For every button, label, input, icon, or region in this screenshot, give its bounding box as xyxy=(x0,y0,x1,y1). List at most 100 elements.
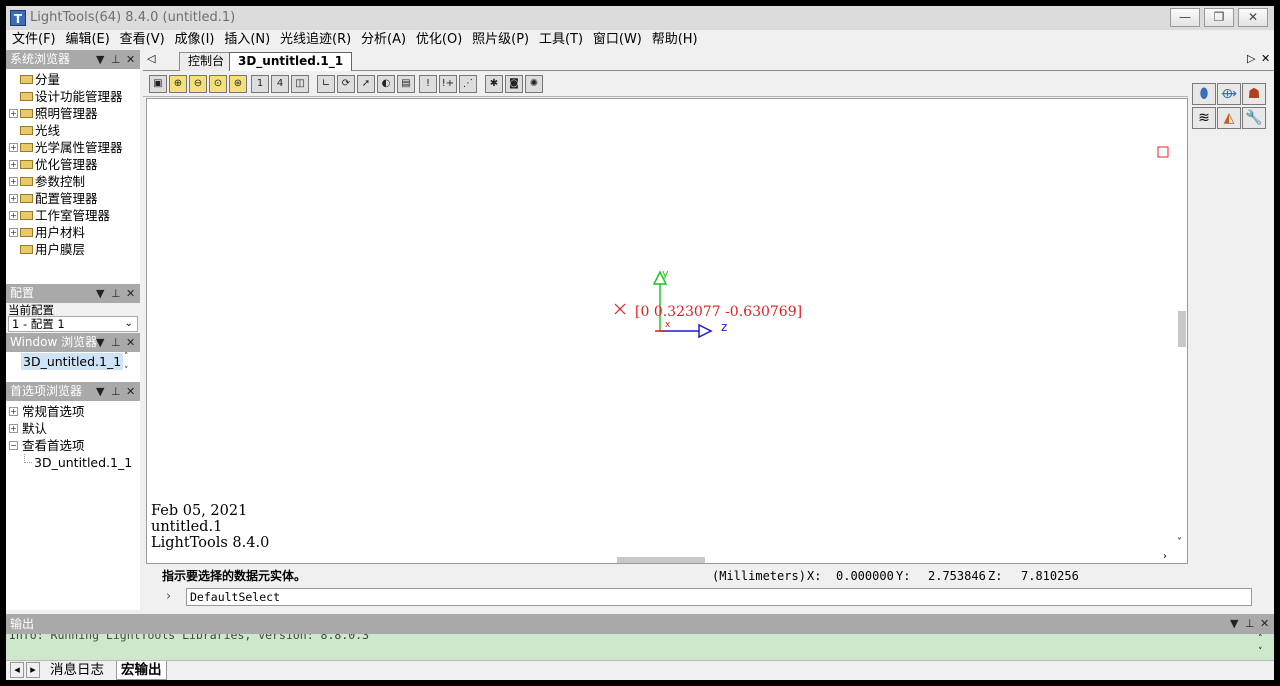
pref-item-default[interactable]: + 默认 xyxy=(6,420,140,437)
pref-item-3d-view[interactable]: 3D_untitled.1_1 xyxy=(6,454,140,471)
view-cube-icon[interactable]: ◫ xyxy=(291,75,309,93)
system-tree-item[interactable]: 分量 xyxy=(6,71,140,88)
minimize-button[interactable]: — xyxy=(1170,8,1200,27)
zoom-all-icon[interactable]: ⊛ xyxy=(229,75,247,93)
menu-help[interactable]: 帮助(H) xyxy=(649,30,701,49)
dropdown-arrow-icon[interactable]: ▼ xyxy=(96,333,104,352)
close-panel-icon[interactable]: ✕ xyxy=(1260,614,1269,634)
system-tree-item[interactable]: 设计功能管理器 xyxy=(6,88,140,105)
mirror-icon[interactable]: ≋ xyxy=(1192,107,1216,129)
solid-objects-icon[interactable]: ☗ xyxy=(1242,83,1266,105)
system-tree-item[interactable]: 光线 xyxy=(6,122,140,139)
zoom-in-icon[interactable]: ⊕ xyxy=(169,75,187,93)
lens-element-icon[interactable]: ⬮ xyxy=(1192,83,1216,105)
menu-tools[interactable]: 工具(T) xyxy=(536,30,586,49)
system-tree-item[interactable]: 用户膜层 xyxy=(6,241,140,258)
expand-icon[interactable]: + xyxy=(9,143,18,152)
menu-raytrace[interactable]: 光线追迹(R) xyxy=(277,30,354,49)
menu-optimize[interactable]: 优化(O) xyxy=(413,30,465,49)
menu-imaging[interactable]: 成像(I) xyxy=(172,30,218,49)
tab-console[interactable]: 控制台 xyxy=(179,52,234,71)
light-cone-icon[interactable]: ◭ xyxy=(1217,107,1241,129)
system-tree-item[interactable]: + 照明管理器 xyxy=(6,105,140,122)
menu-photoreal[interactable]: 照片级(P) xyxy=(469,30,532,49)
pin-icon[interactable]: ⊥ xyxy=(111,333,121,352)
menu-analysis[interactable]: 分析(A) xyxy=(358,30,409,49)
lens-icon[interactable]: ◐ xyxy=(377,75,395,93)
dropdown-arrow-icon[interactable]: ▼ xyxy=(1230,614,1238,634)
system-tree-item[interactable]: + 光学属性管理器 xyxy=(6,139,140,156)
axes-icon[interactable]: ∟ xyxy=(317,75,335,93)
tab-scroll-left-icon[interactable]: ◂ xyxy=(10,662,24,678)
close-panel-icon[interactable]: ✕ xyxy=(126,333,135,352)
properties-icon[interactable]: ▤ xyxy=(397,75,415,93)
scroll-down-icon[interactable]: ˅ xyxy=(1177,537,1182,548)
expand-icon[interactable]: + xyxy=(9,211,18,220)
pin-icon[interactable]: ⊥ xyxy=(111,50,121,69)
dropdown-arrow-icon[interactable]: ▼ xyxy=(96,50,104,69)
horizontal-scrollbar-thumb[interactable] xyxy=(617,557,705,563)
menu-edit[interactable]: 编辑(E) xyxy=(62,30,112,49)
tab-3d-view[interactable]: 3D_untitled.1_1 xyxy=(229,52,353,71)
scroll-up-icon[interactable]: ˄ xyxy=(124,352,129,362)
3d-view-canvas[interactable]: y z x [0 0.323077 -0.630769] Feb 05, 202… xyxy=(146,98,1188,564)
pin-icon[interactable]: ⊥ xyxy=(111,284,121,303)
tab-macro-output[interactable]: 宏输出 xyxy=(116,661,167,680)
expand-icon[interactable]: + xyxy=(9,177,18,186)
view-one-icon[interactable]: 1 xyxy=(251,75,269,93)
dropdown-arrow-icon[interactable]: ▼ xyxy=(96,284,104,303)
bug-icon[interactable]: ✱ xyxy=(485,75,503,93)
pin-icon[interactable]: ⊥ xyxy=(1245,614,1255,634)
scroll-up-icon[interactable]: ˄ xyxy=(1258,634,1263,644)
restore-button[interactable]: ❐ xyxy=(1204,8,1234,27)
info-icon[interactable]: ! xyxy=(419,75,437,93)
tab-scroll-right-icon[interactable]: ▷ xyxy=(1247,52,1255,65)
save-icon[interactable]: ▣ xyxy=(149,75,167,93)
rotate-icon[interactable]: ⟳ xyxy=(337,75,355,93)
menu-window[interactable]: 窗口(W) xyxy=(590,30,645,49)
system-tree-item[interactable]: + 用户材料 xyxy=(6,224,140,241)
menu-insert[interactable]: 插入(N) xyxy=(221,30,273,49)
expand-icon[interactable]: + xyxy=(9,228,18,237)
tab-scroll-left-icon[interactable]: ◁ xyxy=(147,52,155,65)
close-panel-icon[interactable]: ✕ xyxy=(126,382,135,401)
close-panel-icon[interactable]: ✕ xyxy=(126,284,135,303)
ray-path-icon[interactable]: ⟴ xyxy=(1217,83,1241,105)
expand-icon[interactable]: + xyxy=(9,109,18,118)
collapse-icon[interactable]: − xyxy=(9,441,18,450)
select-pointer-icon[interactable]: ➚ xyxy=(357,75,375,93)
system-tree-item[interactable]: + 参数控制 xyxy=(6,173,140,190)
pin-icon[interactable]: ⊥ xyxy=(111,382,121,401)
close-panel-icon[interactable]: ✕ xyxy=(126,50,135,69)
system-tree-item[interactable]: + 配置管理器 xyxy=(6,190,140,207)
camera-icon[interactable]: ◙ xyxy=(505,75,523,93)
config-select[interactable]: 1 - 配置 1 ⌄ xyxy=(8,316,138,332)
expand-icon[interactable]: + xyxy=(9,160,18,169)
view-four-icon[interactable]: 4 xyxy=(271,75,289,93)
close-button[interactable]: ✕ xyxy=(1238,8,1268,27)
raytrace-icon[interactable]: ⋰ xyxy=(459,75,477,93)
menu-view[interactable]: 查看(V) xyxy=(117,30,168,49)
scroll-down-icon[interactable]: ˅ xyxy=(1258,647,1263,657)
expand-icon[interactable]: + xyxy=(9,424,18,433)
wrench-icon[interactable]: 🔧 xyxy=(1242,107,1266,129)
expand-icon[interactable]: + xyxy=(9,194,18,203)
scroll-down-icon[interactable]: ˅ xyxy=(124,366,129,376)
pref-item-view[interactable]: − 查看首选项 xyxy=(6,437,140,454)
dropdown-arrow-icon[interactable]: ▼ xyxy=(96,382,104,401)
window-list-item[interactable]: 3D_untitled.1_1 xyxy=(21,353,124,370)
pref-item-general[interactable]: + 常规首选项 xyxy=(6,403,140,420)
tab-message-log[interactable]: 消息日志 xyxy=(46,661,108,680)
zoom-out-icon[interactable]: ⊖ xyxy=(189,75,207,93)
vertical-scrollbar-thumb[interactable] xyxy=(1178,311,1186,347)
scroll-right-icon[interactable]: › xyxy=(1163,551,1167,562)
tab-scroll-right-icon[interactable]: ▸ xyxy=(26,662,40,678)
zoom-window-icon[interactable]: ⊙ xyxy=(209,75,227,93)
system-tree-item[interactable]: + 优化管理器 xyxy=(6,156,140,173)
command-input[interactable]: DefaultSelect xyxy=(186,588,1252,606)
add-info-icon[interactable]: !+ xyxy=(439,75,457,93)
system-tree-item[interactable]: + 工作室管理器 xyxy=(6,207,140,224)
light-source-icon[interactable]: ✺ xyxy=(525,75,543,93)
close-document-icon[interactable]: ✕ xyxy=(1261,52,1270,65)
menu-file[interactable]: 文件(F) xyxy=(9,30,59,49)
